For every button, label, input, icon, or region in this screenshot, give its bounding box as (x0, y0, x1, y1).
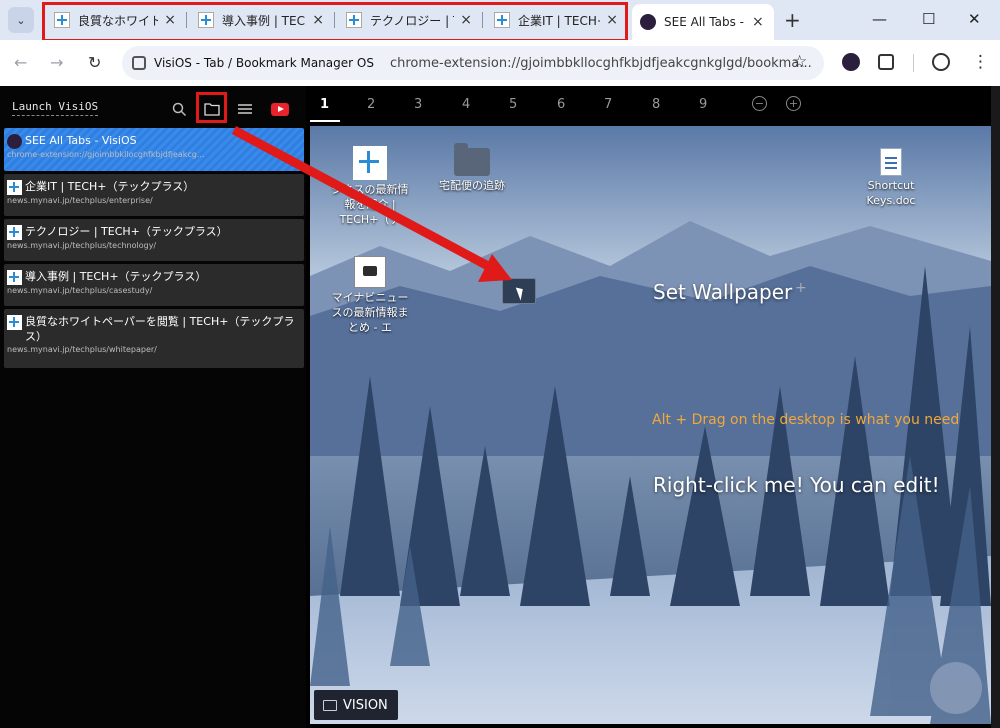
extension-icon (132, 56, 146, 70)
tab-see-all-tabs[interactable]: SEE All Tabs - V × (632, 4, 774, 40)
desktop-icon-tech-news[interactable]: ジネスの最新情報を紹介 | TECH+（テ (330, 146, 410, 227)
techplus-favicon-icon (7, 225, 22, 240)
list-item[interactable]: テクノロジー | TECH+（テックプラス） news.mynavi.jp/te… (4, 219, 304, 261)
zoom-out-button[interactable]: − (752, 96, 767, 111)
reload-button[interactable]: ↻ (88, 53, 101, 72)
extensions-puzzle-icon[interactable] (878, 54, 894, 70)
address-bar[interactable]: VisiOS - Tab / Bookmark Manager OS chrom… (122, 46, 824, 80)
bookmark-star-icon[interactable]: ☆ (792, 52, 807, 72)
vision-label: VISION (343, 697, 388, 713)
item-url: news.mynavi.jp/techplus/casestudy/ (7, 286, 153, 295)
visios-favicon-icon (640, 14, 656, 30)
hamburger-icon (238, 104, 252, 114)
item-url: news.mynavi.jp/techplus/whitepaper/ (7, 345, 157, 354)
page-tab-5[interactable]: 5 (509, 97, 517, 112)
page-tab-4[interactable]: 4 (462, 97, 470, 112)
desktop-icon-label: 宅配便の追跡 (439, 179, 505, 192)
new-tab-button[interactable]: + (784, 8, 801, 32)
list-item[interactable]: 企業IT | TECH+（テックプラス） news.mynavi.jp/tech… (4, 174, 304, 216)
list-item[interactable]: 導入事例 | TECH+（テックプラス） news.mynavi.jp/tech… (4, 264, 304, 306)
visios-extension-icon[interactable] (842, 53, 860, 71)
window-icon (323, 699, 337, 711)
youtube-icon (271, 102, 289, 116)
item-url: news.mynavi.jp/techplus/enterprise/ (7, 196, 153, 205)
item-url: chrome-extension://gjoimbbkllocghfkbjdfj… (7, 150, 205, 159)
maximize-button[interactable]: ☐ (922, 10, 935, 28)
url-text[interactable]: chrome-extension://gjoimbbkllocghfkbjdfj… (390, 56, 812, 71)
item-title: 導入事例 | TECH+（テックプラス） (25, 270, 207, 283)
menu-button[interactable] (230, 94, 260, 124)
page-tab-8[interactable]: 8 (652, 97, 660, 112)
desktop-icon-mynavi[interactable]: マイナビニュースの最新情報まとめ - エ (330, 256, 410, 335)
page-tab-9[interactable]: 9 (699, 97, 707, 112)
item-title: 良質なホワイトペーパーを閲覧 | TECH+（テックプラス） (25, 315, 295, 343)
visios-favicon-icon (7, 134, 22, 149)
alt-drag-hint: Alt + Drag on the desktop is what you ne… (652, 412, 960, 428)
item-title: 企業IT | TECH+（テックプラス） (25, 180, 195, 193)
close-tab-icon[interactable]: × (752, 14, 764, 30)
vision-button[interactable]: VISION (314, 690, 398, 720)
highlight-box-tabs (42, 2, 628, 42)
add-icon[interactable]: + (795, 280, 807, 296)
techplus-thumbnail-icon (353, 146, 387, 180)
list-item[interactable]: 良質なホワイトペーパーを閲覧 | TECH+（テックプラス） news.myna… (4, 309, 304, 368)
youtube-button[interactable] (265, 94, 295, 124)
techplus-favicon-icon (7, 180, 22, 195)
item-url: news.mynavi.jp/techplus/technology/ (7, 241, 157, 250)
close-window-button[interactable]: ✕ (968, 10, 981, 28)
desktop-page-bar: 1 2 3 4 5 6 7 8 9 (310, 86, 992, 124)
set-wallpaper-text[interactable]: Set Wallpaper (653, 280, 792, 304)
page-tab-2[interactable]: 2 (367, 97, 375, 112)
zoom-in-button[interactable]: + (786, 96, 801, 111)
right-click-hint[interactable]: Right-click me! You can edit! (653, 473, 940, 497)
page-tab-3[interactable]: 3 (414, 97, 422, 112)
desktop-folder-tracking[interactable]: 宅配便の追跡 (432, 143, 512, 193)
forward-button[interactable]: → (50, 53, 63, 72)
back-button[interactable]: ← (14, 53, 27, 72)
desktop-icon-label: マイナビニュースの最新情報まとめ - エ (331, 291, 409, 334)
site-label: VisiOS - Tab / Bookmark Manager OS (154, 56, 374, 70)
browser-toolbar: ← → ↻ VisiOS - Tab / Bookmark Manager OS… (0, 40, 1000, 86)
desktop-icon-label: ジネスの最新情報を紹介 | TECH+（テ (331, 183, 409, 226)
profile-icon[interactable] (932, 53, 950, 71)
highlight-box-folder-button (196, 92, 227, 123)
document-icon (880, 148, 902, 176)
techplus-favicon-icon (7, 315, 22, 330)
page-tab-6[interactable]: 6 (557, 97, 565, 112)
folder-icon (454, 143, 490, 176)
minimize-button[interactable]: — (872, 10, 887, 28)
desktop-file-shortcut-keys[interactable]: Shortcut Keys.doc (851, 148, 931, 208)
search-icon (172, 102, 186, 116)
current-page-indicator (310, 120, 340, 122)
browser-menu-button[interactable]: ⋮ (972, 52, 989, 72)
desktop-icon-label: Shortcut Keys.doc (866, 179, 916, 207)
chevron-down-icon: ⌄ (16, 13, 26, 27)
search-button[interactable] (164, 94, 194, 124)
page-tab-7[interactable]: 7 (604, 97, 612, 112)
scrollbar[interactable] (991, 86, 1000, 728)
item-title: SEE All Tabs - VisiOS (25, 134, 137, 147)
sidebar: Launch VisiOS SEE All Tabs - VisiOS chro… (0, 86, 306, 728)
tab-title: SEE All Tabs - V (664, 15, 746, 29)
techplus-favicon-icon (7, 270, 22, 285)
list-item[interactable]: SEE All Tabs - VisiOS chrome-extension:/… (4, 128, 304, 171)
page-tab-1[interactable]: 1 (320, 97, 329, 112)
toolbar-divider (913, 54, 914, 72)
launch-visios-link[interactable]: Launch VisiOS (12, 100, 99, 116)
item-title: テクノロジー | TECH+（テックプラス） (25, 225, 228, 238)
mynavi-thumbnail-icon (354, 256, 386, 288)
visios-logo-icon[interactable] (930, 662, 982, 714)
tab-search-button[interactable]: ⌄ (8, 7, 34, 33)
